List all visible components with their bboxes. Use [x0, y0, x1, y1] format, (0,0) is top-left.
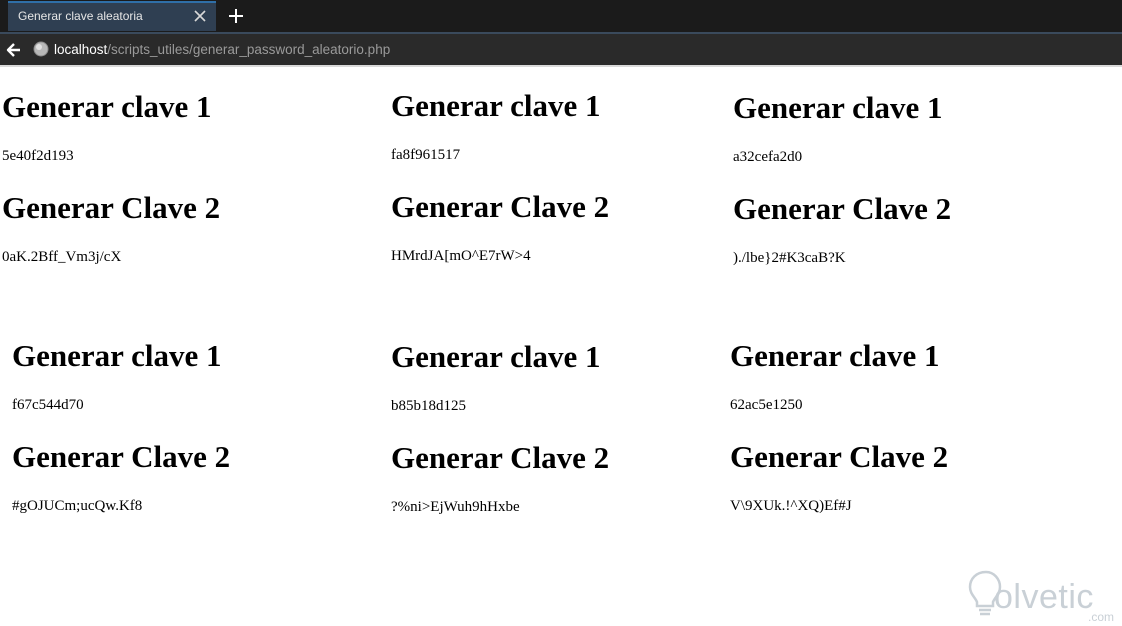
heading-clave-1: Generar clave 1	[2, 89, 212, 124]
key-1-value: fa8f961517	[391, 147, 461, 163]
key-1-value: a32cefa2d0	[733, 149, 803, 165]
browser-tab[interactable]: Generar clave aleatoria	[8, 1, 216, 31]
watermark-suffix: .com	[1088, 610, 1115, 624]
heading-clave-2: Generar Clave 2	[2, 190, 221, 225]
tab-bar: Generar clave aleatoria	[0, 0, 1122, 32]
key-1-value: f67c544d70	[12, 397, 84, 413]
heading-clave-1: Generar clave 1	[733, 90, 943, 125]
heading-clave-2: Generar Clave 2	[733, 191, 952, 226]
watermark-brand: olvetic	[994, 578, 1094, 616]
key-1-value: b85b18d125	[391, 398, 466, 414]
heading-clave-1: Generar clave 1	[391, 88, 601, 123]
key-2-value: 0aK.2Bff_Vm3j/cX	[2, 249, 122, 265]
heading-clave-2: Generar Clave 2	[391, 189, 610, 224]
watermark-logo: olvetic .com	[964, 566, 1122, 626]
key-2-value: ?%ni>EjWuh9hHxbe	[391, 499, 520, 515]
globe-icon	[33, 41, 49, 57]
tab-title: Generar clave aleatoria	[18, 9, 143, 23]
browser-toolbar: localhost/scripts_utiles/generar_passwor…	[0, 32, 1122, 65]
heading-clave-2: Generar Clave 2	[730, 439, 949, 474]
heading-clave-2: Generar Clave 2	[391, 440, 610, 475]
address-bar[interactable]: localhost/scripts_utiles/generar_passwor…	[54, 38, 1114, 62]
divider	[0, 65, 1122, 67]
plus-icon[interactable]	[226, 6, 246, 26]
close-icon[interactable]	[192, 8, 208, 24]
key-2-value: HMrdJA[mO^E7rW>4	[391, 248, 531, 264]
heading-clave-2: Generar Clave 2	[12, 439, 231, 474]
heading-clave-1: Generar clave 1	[730, 338, 940, 373]
url-host: localhost	[54, 42, 108, 57]
heading-clave-1: Generar clave 1	[391, 339, 601, 374]
heading-clave-1: Generar clave 1	[12, 338, 222, 373]
key-2-value: V\9XUk.!^XQ)Ef#J	[730, 498, 852, 514]
key-2-value: #gOJUCm;ucQw.Kf8	[12, 498, 143, 514]
key-1-value: 62ac5e1250	[730, 397, 803, 413]
arrow-left-icon[interactable]	[4, 40, 24, 60]
key-2-value: )./lbe}2#K3caB?K	[733, 250, 846, 266]
url-path: /scripts_utiles/generar_password_aleator…	[107, 42, 391, 57]
key-1-value: 5e40f2d193	[2, 148, 74, 164]
